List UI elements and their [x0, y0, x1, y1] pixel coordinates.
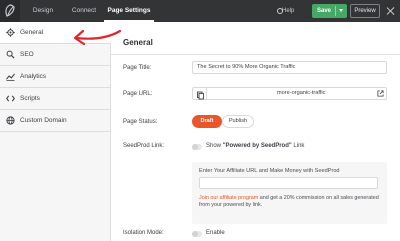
affiliate-note: Join our affiliate program and get a 20%…	[199, 195, 381, 209]
globe-icon	[6, 116, 15, 125]
copy-icon[interactable]	[193, 88, 207, 100]
help-link[interactable]: Help	[282, 0, 294, 22]
top-bar: Design Connect Page Settings Help Save P…	[0, 0, 400, 22]
affiliate-prompt: Enter Your Affiliate URL and Make Money …	[199, 168, 340, 174]
sidebar-item-label: Scripts	[20, 95, 40, 102]
page-status-label: Page Status:	[123, 119, 158, 125]
sidebar-item-label: Analytics	[20, 73, 47, 80]
page-url-slug: more-organic-traffic	[277, 90, 326, 96]
page-title-value: The Secret to 90% More Organic Traffic	[197, 64, 296, 70]
sidebar-item-scripts[interactable]: Scripts	[0, 88, 111, 110]
page-url-input[interactable]: more-organic-traffic	[192, 87, 387, 100]
status-draft-button[interactable]: Draft	[192, 115, 222, 128]
seedprod-link-prefix: Show	[206, 143, 223, 149]
chart-icon	[6, 73, 15, 81]
close-icon[interactable]	[386, 5, 396, 17]
save-button[interactable]: Save	[312, 4, 347, 18]
general-settings-panel: General Page Title: The Secret to 90% Mo…	[111, 22, 400, 241]
tab-connect[interactable]: Connect	[64, 0, 104, 22]
affiliate-box: Enter Your Affiliate URL and Make Money …	[192, 162, 387, 224]
seedprod-link-toggle[interactable]	[192, 144, 202, 150]
isolation-mode-toggle-label: Enable	[206, 230, 225, 236]
divider	[111, 54, 400, 55]
sidebar-item-custom-domain[interactable]: Custom Domain	[0, 110, 111, 132]
isolation-mode-label: Isolation Mode:	[123, 230, 164, 236]
tab-design[interactable]: Design	[24, 0, 62, 22]
affiliate-url-input[interactable]	[199, 177, 378, 189]
chevron-down-icon[interactable]	[339, 9, 343, 12]
save-divider	[335, 6, 336, 16]
search-icon	[6, 50, 15, 59]
sidebar-item-label: Custom Domain	[20, 117, 67, 124]
status-publish-button[interactable]: Publish	[222, 115, 254, 128]
code-icon	[6, 95, 15, 102]
gear-icon	[6, 28, 15, 37]
section-title: General	[123, 38, 153, 47]
sidebar-item-analytics[interactable]: Analytics	[0, 66, 111, 88]
external-link-icon[interactable]	[377, 90, 384, 97]
annotation-arrow-icon	[73, 29, 122, 46]
page-title-input[interactable]: The Secret to 90% More Organic Traffic	[192, 61, 387, 74]
isolation-mode-toggle[interactable]	[192, 231, 202, 237]
seedprod-link-toggle-label: Show "Powered by SeedProd" Link	[206, 143, 304, 149]
seedprod-leaf-icon[interactable]	[0, 0, 20, 22]
settings-sidebar: General SEO Analytics Scripts Custom Dom…	[0, 22, 111, 241]
sidebar-item-label: General	[20, 29, 44, 36]
page-title-label: Page Title:	[123, 65, 152, 71]
tab-page-settings[interactable]: Page Settings	[104, 0, 154, 22]
affiliate-program-link[interactable]: Join our affiliate program	[199, 195, 258, 201]
save-button-label: Save	[317, 8, 332, 14]
sidebar-item-label: SEO	[20, 51, 34, 58]
seedprod-link-label: SeedProd Link:	[123, 143, 165, 149]
page-url-label: Page URL:	[123, 91, 153, 97]
seedprod-link-bold: "Powered by SeedProd"	[222, 143, 292, 149]
seedprod-link-suffix: Link	[291, 143, 305, 149]
preview-button[interactable]: Preview	[350, 4, 380, 18]
